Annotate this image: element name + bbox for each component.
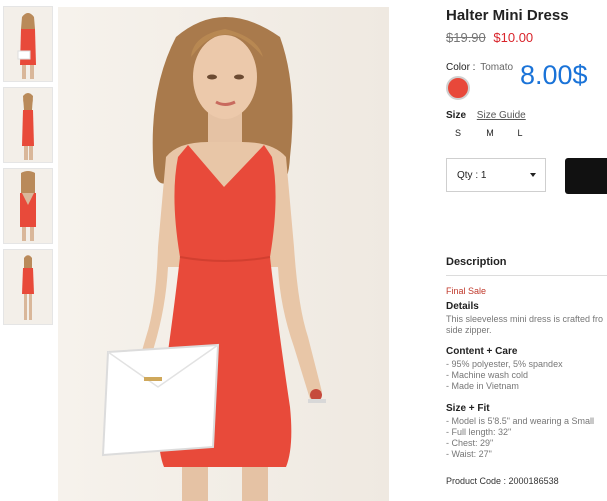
- size-row: Size Size Guide: [446, 110, 526, 121]
- fit-line: - Model is 5'8.5" and wearing a Small: [446, 416, 594, 426]
- quantity-label: Qty : 1: [457, 170, 487, 181]
- color-swatch-tomato[interactable]: [446, 76, 470, 100]
- fit-line: - Waist: 27": [446, 449, 492, 459]
- size-option-l[interactable]: L: [512, 128, 528, 138]
- old-price: $19.90: [446, 30, 486, 45]
- content-line: - Made in Vietnam: [446, 381, 519, 391]
- fit-line: - Chest: 29": [446, 438, 494, 448]
- chevron-down-icon: [530, 173, 536, 177]
- color-row: Color : Tomato: [446, 62, 513, 73]
- thumbnail-side[interactable]: [3, 87, 53, 163]
- product-info: Halter Mini Dress $19.90 $10.00 Color : …: [446, 0, 607, 501]
- color-label: Color: [446, 62, 470, 73]
- size-guide-link[interactable]: Size Guide: [477, 110, 526, 121]
- add-to-bag-button[interactable]: [565, 158, 607, 194]
- details-line: side zipper.: [446, 325, 492, 335]
- divider: [446, 275, 607, 276]
- description-heading: Description: [446, 256, 507, 268]
- size-option-m[interactable]: M: [482, 128, 498, 138]
- fit-line: - Full length: 32": [446, 427, 512, 437]
- content-line: - 95% polyester, 5% spandex: [446, 359, 563, 369]
- color-value: Tomato: [480, 62, 514, 73]
- content-line: - Machine wash cold: [446, 370, 529, 380]
- color-separator: :: [469, 62, 476, 73]
- main-product-image: [58, 7, 389, 501]
- size-option-s[interactable]: S: [450, 128, 466, 138]
- size-fit-title: Size + Fit: [446, 403, 490, 414]
- final-sale-tag: Final Sale: [446, 286, 487, 296]
- size-label: Size: [446, 110, 467, 121]
- thumbnail-list: [3, 6, 53, 330]
- details-line: This sleeveless mini dress is crafted fr…: [446, 314, 604, 324]
- product-title: Halter Mini Dress: [446, 7, 569, 24]
- thumbnail-full[interactable]: [3, 249, 53, 325]
- content-care-title: Content + Care: [446, 346, 518, 357]
- promo-price: 8.00$: [520, 60, 588, 90]
- quantity-select[interactable]: Qty : 1: [446, 158, 546, 192]
- details-title: Details: [446, 301, 479, 312]
- thumbnail-front[interactable]: [3, 6, 53, 82]
- price-row: $19.90 $10.00: [446, 30, 533, 45]
- product-code: Product Code : 2000186538: [446, 476, 559, 486]
- sale-price: $10.00: [493, 30, 534, 45]
- thumbnail-back[interactable]: [3, 168, 53, 244]
